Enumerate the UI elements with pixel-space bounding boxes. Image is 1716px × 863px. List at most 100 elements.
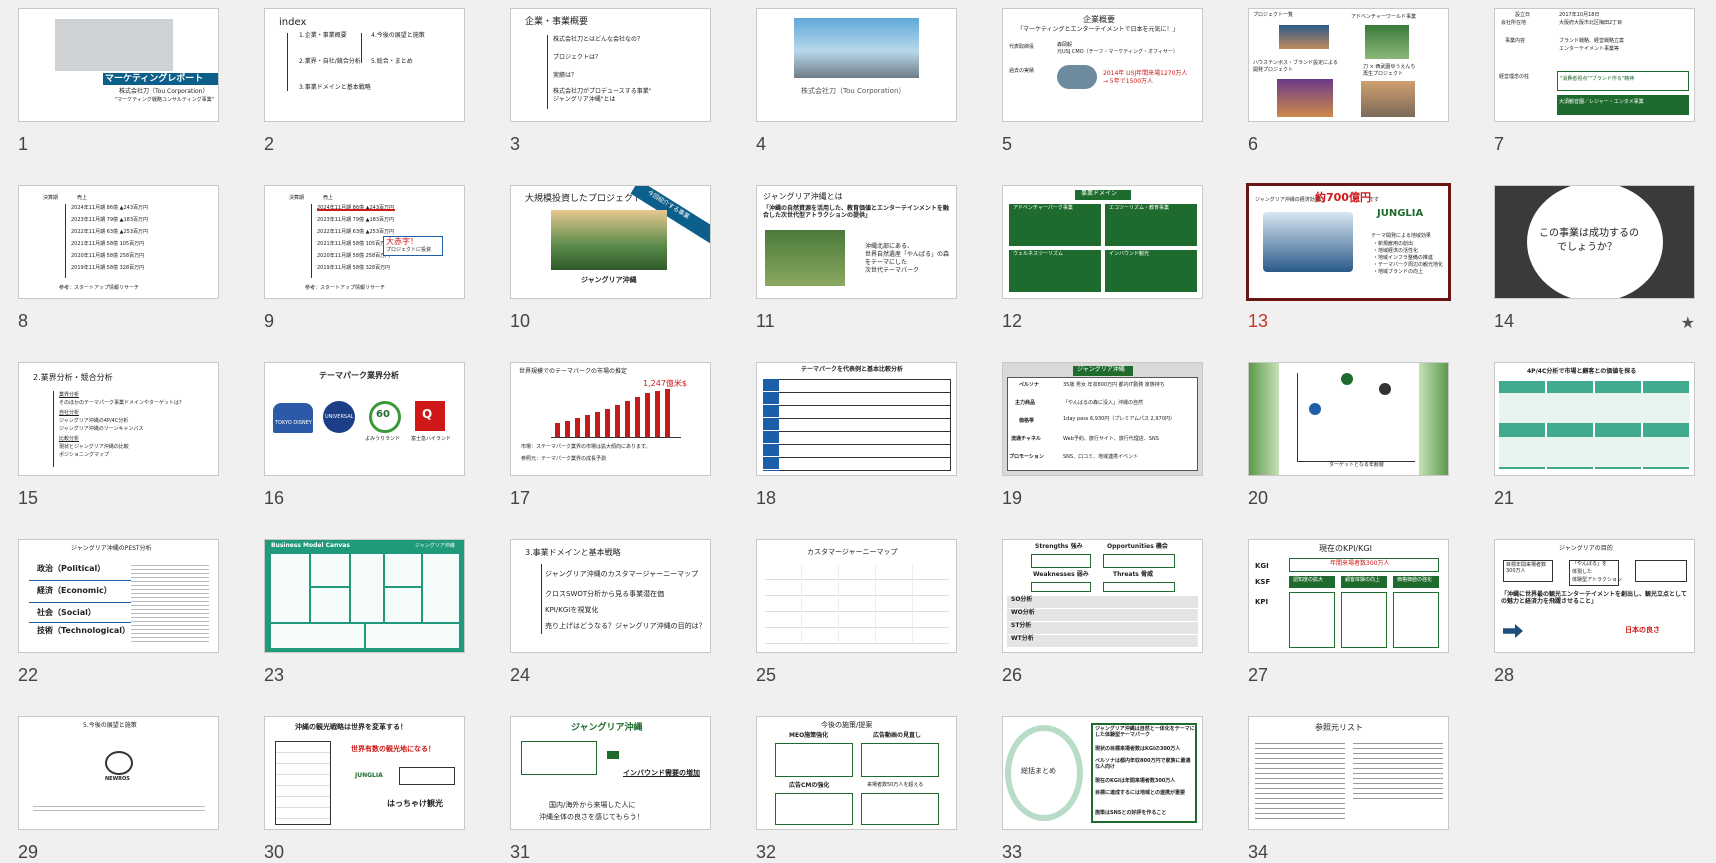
- slide-33[interactable]: 総括まとめ ジャングリア沖縄は自然と一体化をテーマにした体験型テーマパーク 現状…: [1002, 716, 1203, 862]
- slide-7[interactable]: 設立日 2017年10月18日 会社所在地 大阪府大阪市北区梅田2丁目 事業内容…: [1494, 8, 1695, 154]
- slide-18-thumbnail[interactable]: テーマパークを代表例と基本比較分析: [756, 362, 957, 476]
- slide-27-thumbnail[interactable]: 現在のKPI/KGI KGI KSF KPI 年間来場者数300万人 認知度の拡…: [1248, 539, 1449, 653]
- bar: [595, 412, 600, 437]
- slide-6[interactable]: プロジェクト一覧 アドベンチャーワールド事業 ハウステンボス・ブランド設定による…: [1248, 8, 1449, 154]
- slide-15[interactable]: 2.業界分析・競合分析 業界分析 そのほかのテーマパーク事業ドメインやターゲット…: [18, 362, 219, 508]
- bar: [645, 393, 650, 437]
- highlight-2: → 5年で1500万人: [1103, 78, 1154, 85]
- note: 市場：ステーマパーク業界の市場は拡大傾向にあります。: [521, 444, 651, 450]
- photo: [1279, 25, 1329, 49]
- slide-8-thumbnail[interactable]: 決算期 売上 2024年11月期 86億 ▲243百万円 2023年11月期 7…: [18, 185, 219, 299]
- slide-25-thumbnail[interactable]: カスタマージャーニーマップ: [756, 539, 957, 653]
- slide-12[interactable]: 事業ドメイン アドベンチャーパーク事業 エコツーリズム・教育事業 ウェルネスツー…: [1002, 185, 1203, 331]
- slide-15-thumbnail[interactable]: 2.業界分析・競合分析 業界分析 そのほかのテーマパーク事業ドメインやターゲット…: [18, 362, 219, 476]
- slide-34[interactable]: 参照元リスト 34: [1248, 716, 1449, 862]
- slide-13[interactable]: ジャングリア沖縄の経済効果は 約700億円 です JUNGLIA テーマ開発によ…: [1246, 183, 1451, 331]
- slide-17-thumbnail[interactable]: 世界規模でのテーマパークの市場の推定 1,247億米$ 市場：ステーマパーク業界…: [510, 362, 711, 476]
- slide-8[interactable]: 決算期 売上 2024年11月期 86億 ▲243百万円 2023年11月期 7…: [18, 185, 219, 331]
- slide-6-thumbnail[interactable]: プロジェクト一覧 アドベンチャーワールド事業 ハウステンボス・ブランド設定による…: [1248, 8, 1449, 122]
- slide-7-thumbnail[interactable]: 設立日 2017年10月18日 会社所在地 大阪府大阪市北区梅田2丁目 事業内容…: [1494, 8, 1695, 122]
- slide-31-thumbnail[interactable]: ジャングリア沖縄 インバウンド需要の増加 国内/海外から来場した人に 沖縄全体の…: [510, 716, 711, 830]
- slide-23[interactable]: Business Model Canvas ジャングリア沖縄 23: [264, 539, 465, 685]
- slide-9[interactable]: 決算期 売上 2024年11月期 86億 ▲243百万円 2023年11月期 7…: [264, 185, 465, 331]
- slide-30-thumbnail[interactable]: 沖縄の観光戦略は世界を変革する！ 世界有数の観光地になる！ JUNGLIA はっ…: [264, 716, 465, 830]
- slide-30-title: 沖縄の観光戦略は世界を変革する！: [295, 723, 407, 731]
- logo-label: よみうりランド: [365, 436, 401, 442]
- slide-1-line2: "マーケティング戦略コンサルティング事業": [115, 97, 214, 103]
- canvas-block: [385, 554, 421, 586]
- slide-30[interactable]: 沖縄の観光戦略は世界を変革する！ 世界有数の観光地になる！ JUNGLIA はっ…: [264, 716, 465, 862]
- slide-31[interactable]: ジャングリア沖縄 インバウンド需要の増加 国内/海外から来場した人に 沖縄全体の…: [510, 716, 711, 862]
- slide-29[interactable]: 5.今後の展望と施策 NEWROS 29: [18, 716, 219, 862]
- slide-1[interactable]: マーケティングレポート 株式会社刀（Tou Corporation） "マーケテ…: [18, 8, 219, 154]
- slide-32-thumbnail[interactable]: 今後の施策/提案 MEO施策強化 広告動画の見直し 広告CMの強化 来場者数50…: [756, 716, 957, 830]
- slide-9-thumbnail[interactable]: 決算期 売上 2024年11月期 86億 ▲243百万円 2023年11月期 7…: [264, 185, 465, 299]
- title-chip: 事業ドメイン: [1075, 190, 1131, 200]
- slide-22-thumbnail[interactable]: ジャングリア沖縄のPEST分析 政治（Political） 経済（Economi…: [18, 539, 219, 653]
- slide-21-thumbnail[interactable]: 4P/4C分析で市場と顧客との価値を探る: [1494, 362, 1695, 476]
- animation-star-icon[interactable]: ★: [1681, 313, 1695, 332]
- slide-24[interactable]: 3.事業ドメインと基本戦略 ジャングリア沖縄のカスタマージャーニーマップ クロス…: [510, 539, 711, 685]
- infographic: [1263, 212, 1353, 272]
- slide-12-thumbnail[interactable]: 事業ドメイン アドベンチャーパーク事業 エコツーリズム・教育事業 ウェルネスツー…: [1002, 185, 1203, 299]
- slide-28-thumbnail[interactable]: ジャングリアの目的 目標年間来場者数300万人 「やんばる」を 体現した 体験型…: [1494, 539, 1695, 653]
- slide-11[interactable]: ジャングリア沖縄とは 「沖縄の自然資源を活用した、教育価値とエンターテインメント…: [756, 185, 957, 331]
- swot-box: [1031, 582, 1091, 592]
- slide-2[interactable]: index 1.企業・事業概要 2.業界・自社/競合分析 3.事業ドメインと基本…: [264, 8, 465, 154]
- slide-34-thumbnail[interactable]: 参照元リスト: [1248, 716, 1449, 830]
- bar: [565, 421, 570, 437]
- ksf-item: 顧客体験の向上: [1345, 577, 1381, 583]
- slide-number: 16: [264, 488, 285, 508]
- slide-17[interactable]: 世界規模でのテーマパークの市場の推定 1,247億米$ 市場：ステーマパーク業界…: [510, 362, 711, 508]
- ksf-label: KSF: [1255, 578, 1271, 586]
- canvas-block: [385, 588, 421, 622]
- slide-27[interactable]: 現在のKPI/KGI KGI KSF KPI 年間来場者数300万人 認知度の拡…: [1248, 539, 1449, 685]
- slide-16[interactable]: テーマパーク業界分析 TOKYO DISNEY RESORT UNIVERSAL…: [264, 362, 465, 508]
- slide-26-thumbnail[interactable]: Strengths 強み Opportunities 機会 Weaknesses…: [1002, 539, 1203, 653]
- slide-33-thumbnail[interactable]: 総括まとめ ジャングリア沖縄は自然と一体化をテーマにした体験型テーマパーク 現状…: [1002, 716, 1203, 830]
- slide-24-thumbnail[interactable]: 3.事業ドメインと基本戦略 ジャングリア沖縄のカスタマージャーニーマップ クロス…: [510, 539, 711, 653]
- slide-29-thumbnail[interactable]: 5.今後の展望と施策 NEWROS: [18, 716, 219, 830]
- slide-10-thumbnail[interactable]: 大規模投資したプロジェクト 今回紹介する事業 ジャングリア沖縄: [510, 185, 711, 299]
- slide-19-thumbnail[interactable]: ジャングリア沖縄 ペルソナ 35歳 男女 年収800万円 都内IT勤務 家族持ち…: [1002, 362, 1203, 476]
- proposal-box: [861, 793, 939, 825]
- slide-5-thumbnail[interactable]: 企業概要 「マーケティングとエンターテイメントで日本を元気に！」 代表取締役 森…: [1002, 8, 1203, 122]
- slide-10-caption: ジャングリア沖縄: [581, 276, 637, 284]
- slide-2-thumbnail[interactable]: index 1.企業・事業概要 2.業界・自社/競合分析 3.事業ドメインと基本…: [264, 8, 465, 122]
- slide-4-thumbnail[interactable]: 株式会社刀（Tou Corporation）: [756, 8, 957, 122]
- slide-1-thumbnail[interactable]: マーケティングレポート 株式会社刀（Tou Corporation） "マーケテ…: [18, 8, 219, 122]
- slide-20-thumbnail[interactable]: ターゲットとなる年齢層: [1248, 362, 1449, 476]
- slide-number: 5: [1002, 134, 1013, 154]
- slide-18[interactable]: テーマパークを代表例と基本比較分析 18: [756, 362, 957, 508]
- slide-26[interactable]: Strengths 強み Opportunities 機会 Weaknesses…: [1002, 539, 1203, 685]
- slide-25[interactable]: カスタマージャーニーマップ 25: [756, 539, 957, 685]
- slide-23-thumbnail[interactable]: Business Model Canvas ジャングリア沖縄: [264, 539, 465, 653]
- slide-16-thumbnail[interactable]: テーマパーク業界分析 TOKYO DISNEY RESORT UNIVERSAL…: [264, 362, 465, 476]
- slide-14-thumbnail[interactable]: この事業は成功するの でしょうか？: [1494, 185, 1695, 299]
- slide-13-thumbnail[interactable]: ジャングリア沖縄の経済効果は 約700億円 です JUNGLIA テーマ開発によ…: [1246, 183, 1451, 301]
- summary-item: 目標に達成するには地域との連携が重要: [1095, 790, 1185, 796]
- summary-item: 現在のKGIは年間来場者数300万人: [1095, 778, 1176, 784]
- slide-22[interactable]: ジャングリア沖縄のPEST分析 政治（Political） 経済（Economi…: [18, 539, 219, 685]
- swot-box: [1103, 554, 1175, 568]
- slide-14[interactable]: この事業は成功するの でしょうか？ 14 ★: [1494, 185, 1695, 332]
- slide-5[interactable]: 企業概要 「マーケティングとエンターテイメントで日本を元気に！」 代表取締役 森…: [1002, 8, 1203, 154]
- slide-3-thumbnail[interactable]: 企業・事業概要 株式会社刀とはどんな会社なの？ プロジェクトは？ 実績は？ 株式…: [510, 8, 711, 122]
- grid-row: [1499, 437, 1690, 467]
- slide-21[interactable]: 4P/4C分析で市場と顧客との価値を探る 21: [1494, 362, 1695, 508]
- slide-10[interactable]: 大規模投資したプロジェクト 今回紹介する事業 ジャングリア沖縄 10: [510, 185, 711, 331]
- slide-4[interactable]: 株式会社刀（Tou Corporation） 4: [756, 8, 957, 154]
- label: 事業内容: [1505, 38, 1526, 44]
- text: をテーマにした: [865, 259, 908, 266]
- slide-34-title: 参照元リスト: [1315, 723, 1363, 732]
- slide-28[interactable]: ジャングリアの目的 目標年間来場者数300万人 「やんばる」を 体現した 体験型…: [1494, 539, 1695, 685]
- slide-27-title: 現在のKPI/KGI: [1319, 544, 1372, 553]
- slide-11-thumbnail[interactable]: ジャングリア沖縄とは 「沖縄の自然資源を活用した、教育価値とエンターテインメント…: [756, 185, 957, 299]
- agenda-item: ジャングリア沖縄"とは: [553, 96, 616, 103]
- slide-3[interactable]: 企業・事業概要 株式会社刀とはどんな会社なの？ プロジェクトは？ 実績は？ 株式…: [510, 8, 711, 154]
- forest-photo: [765, 230, 845, 286]
- slide-19[interactable]: ジャングリア沖縄 ペルソナ 35歳 男女 年収800万円 都内IT勤務 家族持ち…: [1002, 362, 1203, 508]
- item: ジャングリア沖縄のリーンキャンバス: [59, 426, 144, 432]
- slide-20[interactable]: ターゲットとなる年齢層 20: [1248, 362, 1449, 508]
- slide-32[interactable]: 今後の施策/提案 MEO施策強化 広告動画の見直し 広告CMの強化 来場者数50…: [756, 716, 957, 862]
